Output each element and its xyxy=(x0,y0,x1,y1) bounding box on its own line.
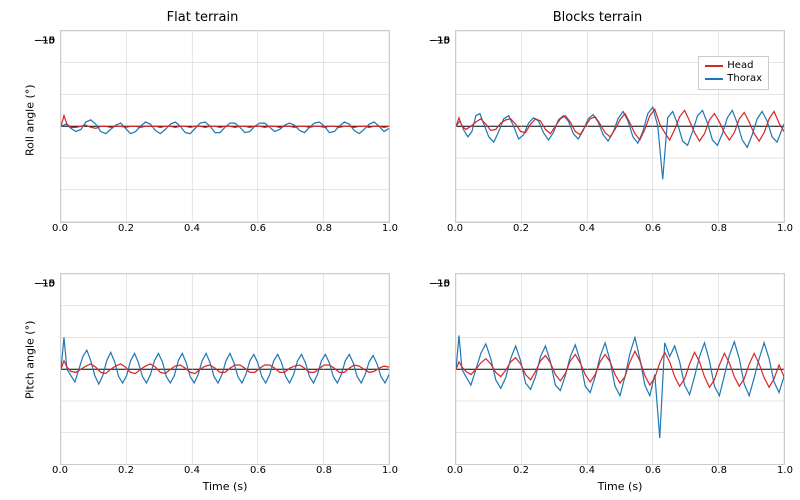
chart-blocks-roll: Blocks terrain 15 10 5 0 −5 −10 −15 Head xyxy=(400,10,795,253)
thorax-legend-line xyxy=(705,78,723,80)
flat-terrain-title: Flat terrain xyxy=(5,10,400,25)
chart-legend: Head Thorax xyxy=(698,56,769,90)
y-ticks-pitch-left: 15 10 5 0 −5 −10 −15 xyxy=(5,273,57,466)
chart-area-blocks-roll: Head Thorax xyxy=(455,30,785,223)
main-container: Flat terrain Roll angle (°) 15 10 5 0 −5… xyxy=(0,0,800,500)
x-ticks-flat-roll: 0.0 0.2 0.4 0.6 0.8 1.0 xyxy=(60,223,390,237)
y-ticks-roll-right: 15 10 5 0 −5 −10 −15 xyxy=(400,30,452,223)
x-ticks-flat-pitch: 0.0 0.2 0.4 0.6 0.8 1.0 xyxy=(60,465,390,479)
thorax-legend-label: Thorax xyxy=(727,73,762,84)
y-ticks-roll-left: 15 10 5 0 −5 −10 −15 xyxy=(5,30,57,223)
x-axis-label-right: Time (s) xyxy=(455,480,785,493)
blocks-terrain-title: Blocks terrain xyxy=(400,10,795,25)
chart-blocks-pitch: 15 10 5 0 −5 −10 −15 xyxy=(400,253,795,496)
chart-area-flat-roll xyxy=(60,30,390,223)
chart-area-flat-pitch xyxy=(60,273,390,466)
legend-head: Head xyxy=(705,60,762,71)
row-roll: Flat terrain Roll angle (°) 15 10 5 0 −5… xyxy=(5,10,795,253)
head-legend-label: Head xyxy=(727,60,753,71)
x-ticks-blocks-pitch: 0.0 0.2 0.4 0.6 0.8 1.0 xyxy=(455,465,785,479)
row-pitch: Pitch angle (°) 15 10 5 0 −5 −10 −15 xyxy=(5,253,795,496)
chart-flat-pitch: Pitch angle (°) 15 10 5 0 −5 −10 −15 xyxy=(5,253,400,496)
y-ticks-pitch-right: 15 10 5 0 −5 −10 −15 xyxy=(400,273,452,466)
x-axis-label-left: Time (s) xyxy=(60,480,390,493)
x-ticks-blocks-roll: 0.0 0.2 0.4 0.6 0.8 1.0 xyxy=(455,223,785,237)
chart-area-blocks-pitch xyxy=(455,273,785,466)
head-legend-line xyxy=(705,65,723,67)
chart-flat-roll: Flat terrain Roll angle (°) 15 10 5 0 −5… xyxy=(5,10,400,253)
legend-thorax: Thorax xyxy=(705,73,762,84)
